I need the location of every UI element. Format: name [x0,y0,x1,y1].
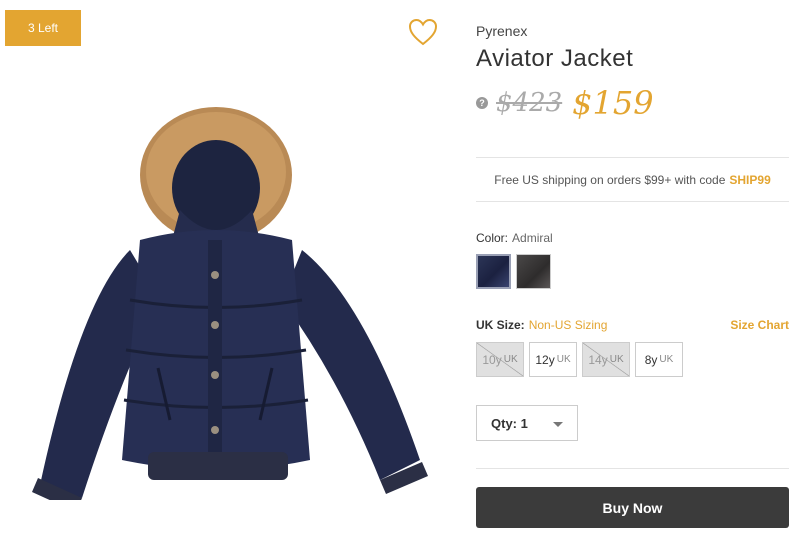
size-label: UK Size: [476,318,525,332]
color-swatch-charcoal[interactable] [516,254,551,289]
color-swatch-admiral[interactable] [476,254,511,289]
size-options: 10y UK 12y UK 14y UK 8y UK [476,342,683,377]
color-selector-label: Color: Admiral [476,231,553,245]
product-details: Pyrenex Aviator Jacket ? $423 $159 Free … [476,0,789,533]
product-title: Aviator Jacket [476,45,634,72]
size-value: 12y [535,352,555,367]
non-us-sizing-link[interactable]: Non-US Sizing [529,318,608,332]
size-option-14y[interactable]: 14y UK [582,342,630,377]
divider [476,468,789,469]
size-chart-link[interactable]: Size Chart [730,318,789,332]
product-image-panel: 3 Left [0,0,452,533]
size-value: 10y [482,352,502,367]
price-row: ? $423 $159 [476,84,654,122]
brand-name[interactable]: Pyrenex [476,23,527,39]
size-selector-header: UK Size: Non-US Sizing Size Chart [476,318,789,332]
shipping-text: Free US shipping on orders $99+ with cod… [494,172,726,187]
quantity-select[interactable]: Qty: 1 [476,405,578,441]
size-value: 14y [588,352,608,367]
color-label: Color: [476,231,509,245]
buy-now-button[interactable]: Buy Now [476,487,789,528]
stock-badge: 3 Left [5,10,81,46]
chevron-down-icon [553,422,563,427]
size-option-10y[interactable]: 10y UK [476,342,524,377]
promo-code: SHIP99 [729,172,771,187]
color-value: Admiral [512,231,553,245]
size-option-8y[interactable]: 8y UK [635,342,683,377]
help-icon[interactable]: ? [476,97,488,109]
heart-icon[interactable] [408,18,438,46]
sale-price: $159 [572,84,654,122]
size-unit: UK [659,354,674,365]
shipping-banner: Free US shipping on orders $99+ with cod… [476,157,789,202]
size-unit: UK [556,354,571,365]
product-image [32,107,428,500]
size-unit: UK [609,354,624,365]
quantity-label: Qty: 1 [491,415,528,431]
size-value: 8y [644,352,658,367]
size-option-12y[interactable]: 12y UK [529,342,577,377]
size-unit: UK [503,354,518,365]
original-price: $423 [496,88,563,118]
